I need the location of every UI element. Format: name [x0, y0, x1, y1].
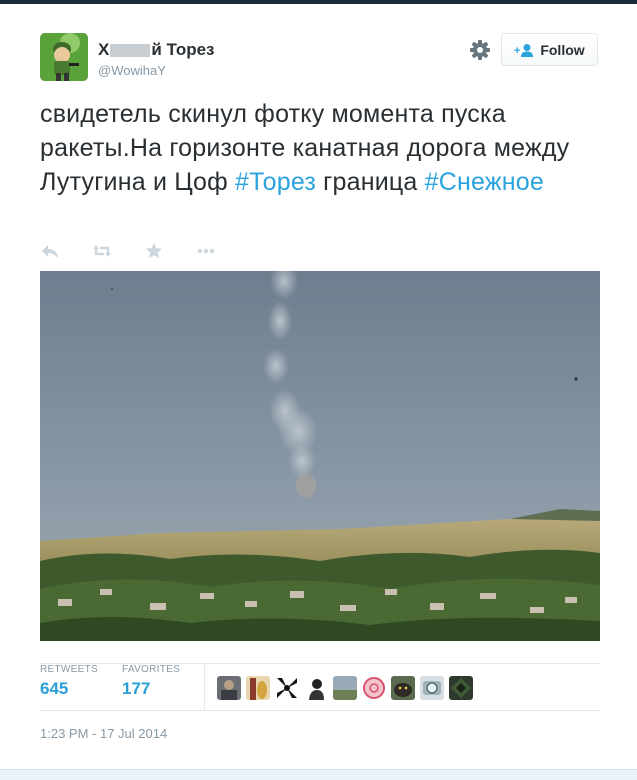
- favoriter-avatar[interactable]: [304, 676, 328, 700]
- retweets-label: RETWEETS: [40, 664, 98, 675]
- user-name-prefix: Х: [98, 40, 110, 59]
- svg-text:+: +: [514, 45, 520, 57]
- tweet-timestamp[interactable]: 1:23 PM - 17 Jul 2014: [40, 726, 167, 741]
- landscape-photo: [40, 271, 600, 641]
- favoriter-avatar[interactable]: [217, 676, 241, 700]
- favorites-count: 177: [122, 679, 151, 698]
- tweet-text: свидетель скинул фотку момента пуска рак…: [40, 97, 600, 199]
- retweets-count: 645: [40, 679, 69, 698]
- more-icon[interactable]: [196, 241, 216, 261]
- favoriter-avatar[interactable]: [333, 676, 357, 700]
- reply-icon[interactable]: [40, 241, 60, 261]
- avatar-image: [40, 33, 88, 81]
- user-name-suffix: й Торез: [151, 40, 215, 59]
- stats-separator: [204, 664, 205, 710]
- favoriter-avatar[interactable]: [275, 676, 299, 700]
- favoriter-avatar[interactable]: [420, 676, 444, 700]
- name-redaction: [110, 43, 151, 57]
- retweet-icon[interactable]: [92, 241, 112, 261]
- gear-icon[interactable]: [469, 39, 491, 61]
- favorites-stat[interactable]: FAVORITES 177: [122, 664, 180, 699]
- tweet-actions: [40, 240, 248, 262]
- favorites-label: FAVORITES: [122, 664, 181, 675]
- user-avatar[interactable]: [40, 33, 88, 81]
- tweet-text-part: граница: [316, 168, 425, 196]
- hashtag-link-torez[interactable]: #Торез: [235, 168, 316, 196]
- tweet-photo[interactable]: [40, 271, 600, 641]
- favoriter-avatar[interactable]: [362, 676, 386, 700]
- user-handle[interactable]: @WowihaY: [98, 63, 166, 78]
- bottom-bar: [0, 769, 637, 780]
- hashtag-link-snezhnoe[interactable]: #Снежное: [425, 168, 544, 196]
- user-name[interactable]: Х й Торез: [98, 40, 215, 60]
- favoriter-avatar[interactable]: [391, 676, 415, 700]
- follow-button[interactable]: + Follow: [501, 33, 598, 66]
- add-user-icon: +: [514, 43, 534, 57]
- follow-label: Follow: [540, 41, 585, 58]
- favorite-icon[interactable]: [144, 241, 164, 261]
- retweets-stat[interactable]: RETWEETS 645: [40, 664, 98, 699]
- favoriter-avatar[interactable]: [449, 676, 473, 700]
- favoriter-avatar[interactable]: [246, 676, 270, 700]
- stats-divider-bottom: [40, 710, 600, 711]
- favoriters-avatars: [217, 676, 473, 700]
- tweet-stats: RETWEETS 645 FAVORITES 177: [40, 664, 600, 710]
